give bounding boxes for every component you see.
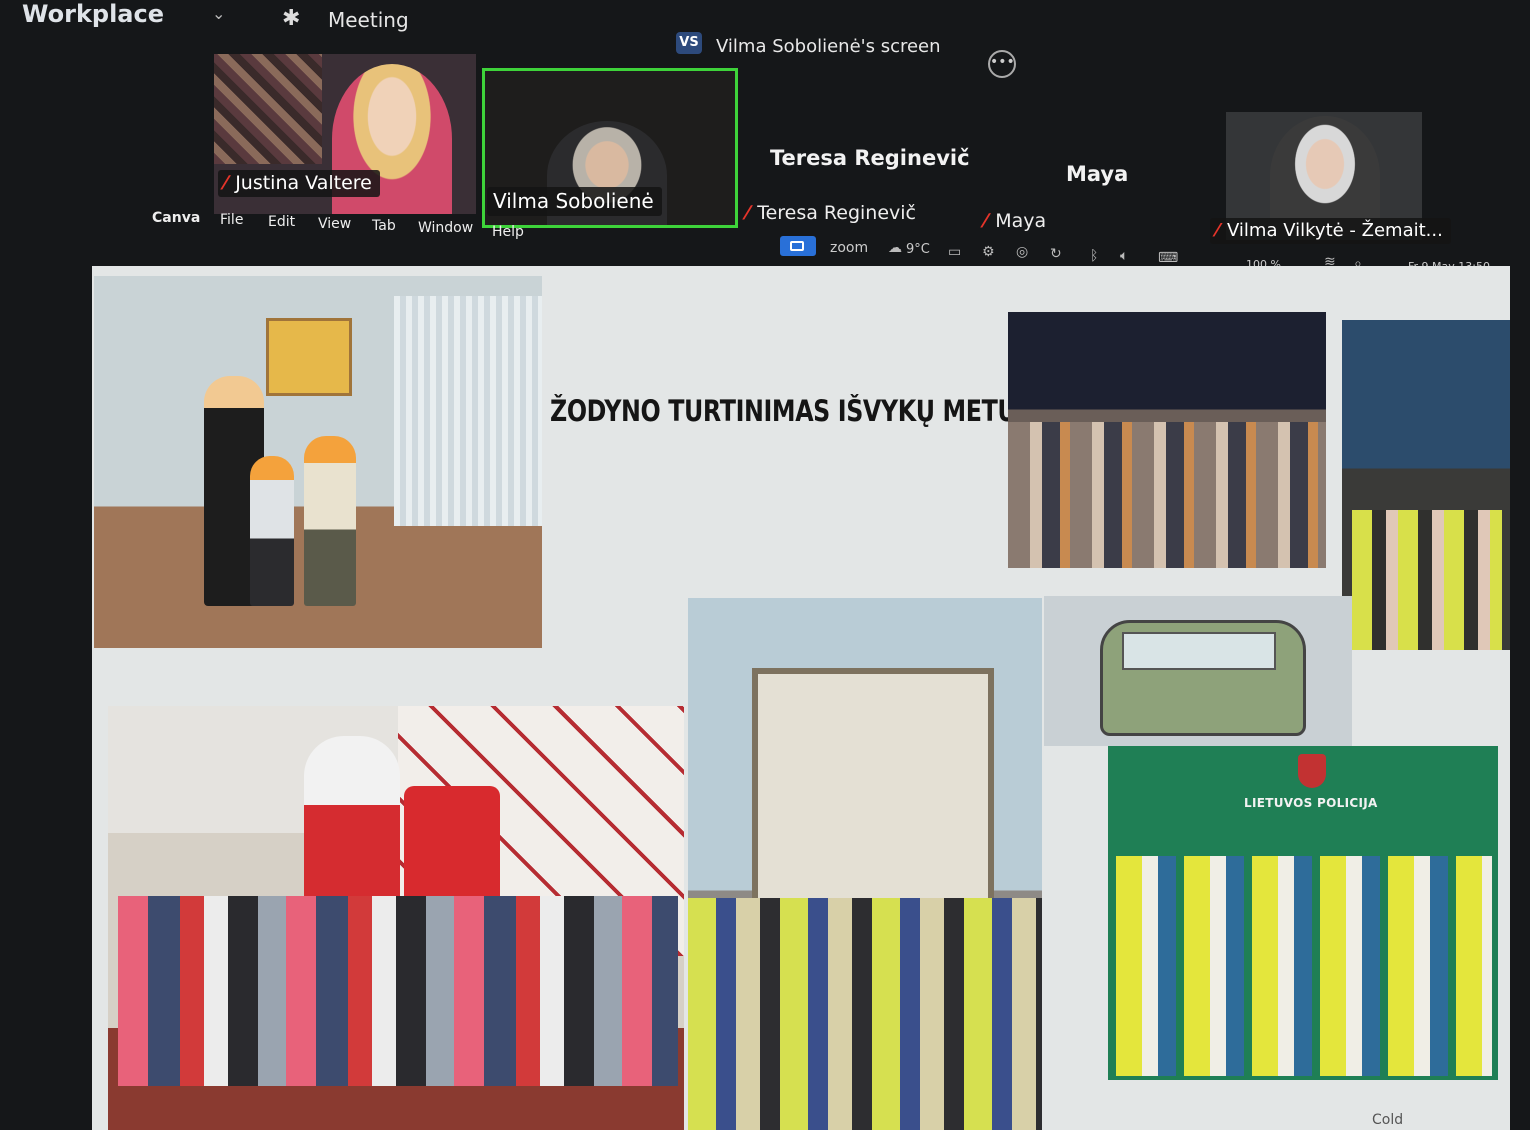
cloud-icon: ☁ — [888, 240, 902, 256]
weather-temp: 9°C — [906, 242, 930, 257]
participant-tile-maya-name[interactable]: Maya — [1066, 162, 1128, 186]
children-crowd — [1008, 422, 1326, 568]
child-figure — [250, 456, 294, 606]
menu-help[interactable]: Help — [492, 224, 524, 240]
screen-share-label[interactable]: Vilma Sobolienė's screen — [716, 36, 941, 57]
police-crest-icon — [1298, 754, 1326, 788]
van-window — [1122, 632, 1276, 670]
children-group — [118, 896, 678, 1086]
taskbar-weather[interactable]: Cold — [1372, 1112, 1403, 1128]
child-figure — [304, 436, 356, 606]
children-group — [1116, 856, 1492, 1076]
photo-santa-visit — [108, 706, 684, 1130]
zoom-share-icon[interactable] — [780, 236, 816, 256]
display-icon[interactable]: ▭ — [948, 244, 961, 260]
participant-tile-justina[interactable]: ⁄ Justina Valtere — [214, 54, 476, 214]
police-banner-text: LIETUVOS POLICIJA — [1244, 796, 1378, 810]
volume-icon[interactable]: 🔈︎ — [1120, 248, 1128, 264]
sync-icon[interactable]: ↻ — [1050, 246, 1062, 262]
menu-tab[interactable]: Tab — [372, 218, 396, 234]
app-title[interactable]: Workplace — [22, 0, 164, 28]
mic-muted-icon: ⁄ — [224, 172, 228, 194]
mac-status-bar: zoom ☁ 9°C ▭ ⚙ ◎ ↻ ᛒ 🔈︎ ⌨ 100 % ≋ ⌕ Fr 9… — [776, 236, 1506, 273]
participant-name: Maya — [995, 210, 1047, 232]
children-in-vests — [1352, 510, 1502, 650]
slide-title: ŽODYNO TURTINIMAS IŠVYKŲ METU — [550, 394, 1017, 428]
bulletin-board — [266, 318, 352, 396]
participant-name-tag: ⁄ Teresa Reginevič — [746, 202, 916, 224]
participant-name-tag: ⁄ Justina Valtere — [218, 170, 380, 197]
keyboard-icon[interactable]: ⌨ — [1158, 250, 1178, 266]
share-avatar-badge: VS — [676, 32, 702, 54]
menu-file[interactable]: File — [220, 212, 243, 228]
settings-icon[interactable]: ⚙ — [982, 244, 995, 260]
menu-edit[interactable]: Edit — [268, 214, 295, 230]
record-icon[interactable]: ◎ — [1016, 244, 1028, 260]
zoom-status-label[interactable]: zoom — [830, 240, 868, 256]
mic-muted-icon: ⁄ — [984, 210, 988, 232]
participant-tile-teresa-name[interactable]: Teresa Reginevič — [770, 146, 970, 170]
participant-name: Justina Valtere — [235, 172, 372, 194]
curtain — [394, 296, 542, 526]
participant-tile-vilma-active[interactable]: Vilma Sobolienė — [482, 68, 738, 228]
meeting-label[interactable]: Meeting — [328, 8, 409, 32]
participant-name: Vilma Sobolienė — [493, 189, 654, 213]
photo-teacher-with-children — [94, 276, 542, 648]
photo-nature-museum — [688, 598, 1042, 1130]
menu-window[interactable]: Window — [418, 220, 473, 236]
background-collage — [214, 54, 322, 164]
bluetooth-icon[interactable]: ᛒ — [1090, 248, 1098, 264]
menu-app-canva[interactable]: Canva — [152, 210, 200, 226]
photo-theater-visit — [1008, 312, 1326, 568]
shared-screen-slide: ŽODYNO TURTINIMAS IŠVYKŲ METU LIETUVOS P… — [92, 266, 1510, 1130]
chevron-down-icon[interactable]: ⌄ — [212, 4, 225, 23]
more-options-button[interactable]: ••• — [988, 50, 1016, 78]
meeting-icon: ✱ — [282, 6, 301, 31]
children-group — [688, 898, 1042, 1130]
participant-name-tag: ⁄ Maya — [984, 210, 1046, 232]
glass-door — [752, 668, 994, 920]
menu-view[interactable]: View — [318, 216, 351, 232]
photo-museum-visit — [1342, 320, 1510, 650]
mic-muted-icon: ⁄ — [746, 202, 750, 224]
photo-police-visit: LIETUVOS POLICIJA — [1108, 746, 1498, 1080]
participant-name-tag: Vilma Sobolienė — [487, 187, 662, 216]
participant-name: Teresa Reginevič — [757, 202, 916, 224]
photo-van-exhibit — [1044, 596, 1352, 746]
